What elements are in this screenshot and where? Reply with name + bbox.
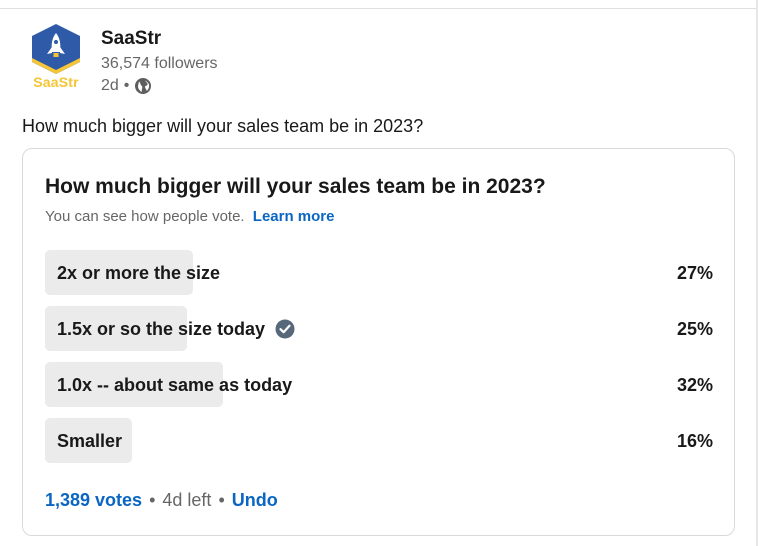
poll-option-label: 1.5x or so the size today <box>57 318 295 340</box>
undo-vote-button[interactable]: Undo <box>232 488 278 512</box>
feed-post: SaaStr SaaStr 36,574 followers 2d • How … <box>0 0 756 546</box>
poll-option-label: 2x or more the size <box>57 262 220 284</box>
poll-visibility-note: You can see how people vote. Learn more <box>45 207 334 227</box>
poll-option-label: Smaller <box>57 430 122 452</box>
post-text: How much bigger will your sales team be … <box>22 116 424 136</box>
poll-option-text: 1.5x or so the size today <box>57 319 266 339</box>
post-age: 2d <box>101 77 119 94</box>
footer-separator: • <box>218 490 225 510</box>
time-left: 4d left <box>162 490 212 510</box>
poll-card: How much bigger will your sales team be … <box>22 148 735 536</box>
poll-option-percent: 25% <box>676 319 713 339</box>
company-logo[interactable]: SaaStr <box>28 24 84 94</box>
post-author: SaaStr 36,574 followers 2d • <box>101 28 218 97</box>
poll-note-text: You can see how people vote. <box>45 208 245 225</box>
vote-count-link[interactable]: 1,389 votes <box>45 488 142 512</box>
poll-option-text: Smaller <box>57 431 123 451</box>
meta-separator: • <box>123 77 130 94</box>
post-meta: 2d • <box>101 75 218 97</box>
rocket-logo-icon <box>32 24 80 74</box>
globe-icon <box>134 77 152 95</box>
poll-option-label: 1.0x -- about same as today <box>57 374 292 396</box>
poll-option[interactable]: Smaller 16% <box>45 418 713 463</box>
poll-option-percent: 27% <box>676 263 713 283</box>
poll-option[interactable]: 1.5x or so the size today 25% <box>45 306 713 351</box>
poll-question: How much bigger will your sales team be … <box>45 175 546 198</box>
poll-footer: 1,389 votes • 4d left • Undo <box>45 488 278 512</box>
learn-more-link[interactable]: Learn more <box>253 208 335 225</box>
poll-option[interactable]: 2x or more the size 27% <box>45 250 713 295</box>
poll-option[interactable]: 1.0x -- about same as today 32% <box>45 362 713 407</box>
footer-separator: • <box>149 490 156 510</box>
check-circle-icon <box>275 319 295 339</box>
poll-option-text: 2x or more the size <box>57 263 221 283</box>
author-name[interactable]: SaaStr <box>101 28 218 50</box>
follower-count: 36,574 followers <box>101 55 218 72</box>
poll-option-percent: 32% <box>676 375 713 395</box>
poll-option-text: 1.0x -- about same as today <box>57 375 293 395</box>
logo-wordmark: SaaStr <box>33 74 79 90</box>
poll-option-percent: 16% <box>676 431 713 451</box>
